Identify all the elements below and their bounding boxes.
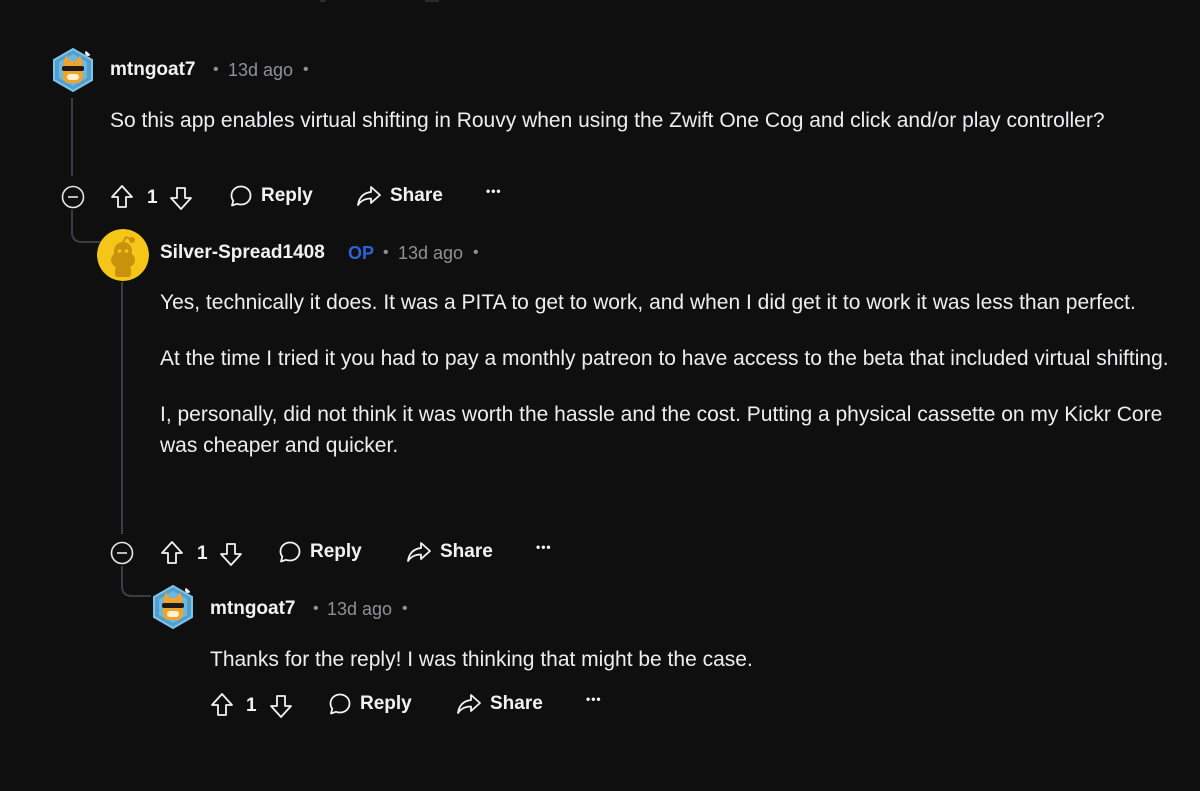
- thread-line[interactable]: [121, 282, 123, 534]
- share-button[interactable]: Share: [356, 184, 443, 208]
- comment-paragraph: So this app enables virtual shifting in …: [110, 109, 1105, 132]
- more-dots-icon: •••: [586, 692, 602, 706]
- snoo-avatar-icon: [97, 229, 149, 281]
- comment-timestamp[interactable]: 13d ago: [327, 599, 392, 620]
- more-dots-icon: •••: [536, 540, 552, 554]
- cat-avatar-icon: [153, 584, 193, 630]
- separator-dot: •: [402, 600, 408, 617]
- comment-paragraph: Yes, technically it does. It was a PITA …: [160, 291, 1136, 314]
- comment-username[interactable]: mtngoat7: [110, 59, 196, 81]
- upvote-arrow-icon[interactable]: [110, 184, 134, 210]
- comment-body: Yes, technically it does. It was a PITA …: [160, 287, 1185, 461]
- downvote-arrow-icon[interactable]: [219, 541, 243, 567]
- vote-count: 1: [147, 187, 158, 208]
- upvote-arrow-icon[interactable]: [210, 692, 234, 718]
- reply-button[interactable]: Reply: [278, 540, 362, 564]
- vote-count: 1: [197, 543, 208, 564]
- avatar[interactable]: [97, 229, 149, 281]
- share-button[interactable]: Share: [456, 692, 543, 716]
- cat-avatar-icon: [53, 47, 93, 93]
- reply-label: Reply: [360, 693, 412, 714]
- reply-button[interactable]: Reply: [328, 692, 412, 716]
- comment-paragraph: At the time I tried it you had to pay a …: [160, 347, 1169, 370]
- separator-dot: •: [303, 61, 309, 78]
- share-label: Share: [490, 693, 543, 714]
- avatar[interactable]: [50, 47, 96, 93]
- more-options-button[interactable]: •••: [586, 692, 602, 706]
- reply-label: Reply: [261, 185, 313, 206]
- avatar[interactable]: [150, 584, 196, 630]
- share-label: Share: [440, 541, 493, 562]
- downvote-arrow-icon[interactable]: [169, 185, 193, 211]
- comment-body: Thanks for the reply! I was thinking tha…: [210, 644, 1170, 675]
- collapse-minus-icon[interactable]: [110, 541, 134, 565]
- comment-timestamp[interactable]: 13d ago: [398, 243, 463, 264]
- op-badge: OP: [348, 243, 375, 263]
- collapse-minus-icon[interactable]: [61, 185, 85, 209]
- share-arrow-icon: [356, 184, 382, 208]
- reply-label: Reply: [310, 541, 362, 562]
- top-cutoff-artifact: [425, 0, 439, 2]
- thread-branch: [121, 580, 151, 597]
- share-arrow-icon: [456, 692, 482, 716]
- speech-bubble-icon: [328, 692, 352, 716]
- comment-timestamp[interactable]: 13d ago: [228, 60, 293, 81]
- separator-dot: •: [213, 61, 219, 78]
- comment-username[interactable]: mtngoat7: [210, 598, 296, 620]
- downvote-arrow-icon[interactable]: [269, 693, 293, 719]
- more-options-button[interactable]: •••: [486, 184, 502, 198]
- reply-button[interactable]: Reply: [229, 184, 313, 208]
- upvote-arrow-icon[interactable]: [160, 540, 184, 566]
- share-button[interactable]: Share: [406, 540, 493, 564]
- vote-count: 1: [246, 695, 257, 716]
- more-dots-icon: •••: [486, 184, 502, 198]
- top-cutoff-artifact: [320, 0, 326, 2]
- thread-line[interactable]: [71, 98, 73, 176]
- share-arrow-icon: [406, 540, 432, 564]
- thread-branch: [71, 226, 101, 243]
- speech-bubble-icon: [229, 184, 253, 208]
- speech-bubble-icon: [278, 540, 302, 564]
- comment-paragraph: I, personally, did not think it was wort…: [160, 403, 1163, 457]
- comment-paragraph: Thanks for the reply! I was thinking tha…: [210, 648, 753, 671]
- separator-dot: •: [383, 244, 389, 261]
- comment-username[interactable]: Silver-Spread1408: [160, 242, 325, 264]
- separator-dot: •: [473, 244, 479, 261]
- more-options-button[interactable]: •••: [536, 540, 552, 554]
- share-label: Share: [390, 185, 443, 206]
- separator-dot: •: [313, 600, 319, 617]
- comment-body: So this app enables virtual shifting in …: [110, 105, 1170, 136]
